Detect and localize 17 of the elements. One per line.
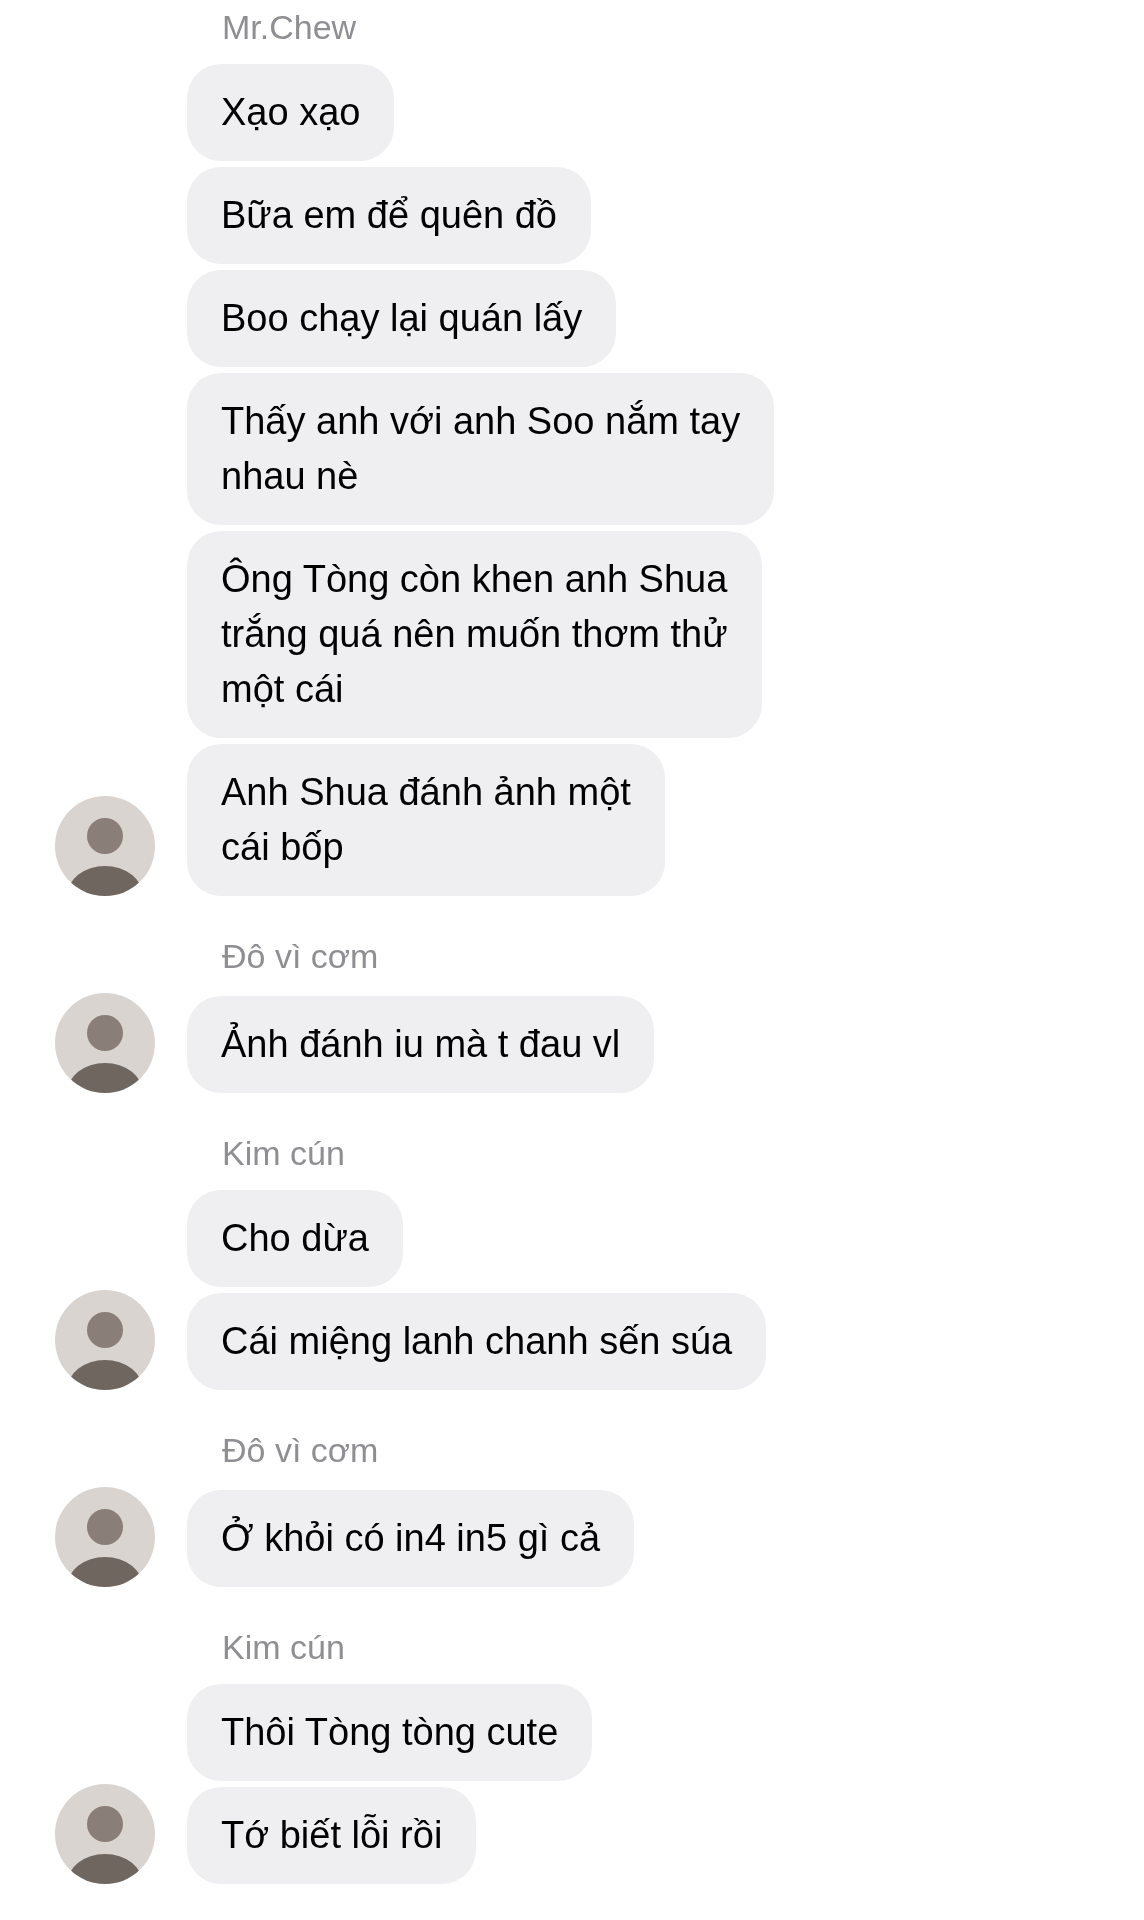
message-bubble: Boo chạy lại quán lấy <box>187 270 617 367</box>
message-bubble: Cho dừa <box>187 1190 403 1287</box>
sender-name: Đô vì cơm <box>221 1430 380 1470</box>
sender-name: Kim cún <box>221 1627 346 1667</box>
sender-name: Mr.Chew <box>221 7 358 47</box>
sender-name: Kim cún <box>221 1133 346 1173</box>
message-bubble: Ông Tòng còn khen anh Shua trắng quá nên muốn thơm thử một cái <box>187 531 762 738</box>
message-bubble: Ảnh đánh iu mà t đau vl <box>187 996 655 1093</box>
message-bubble: Bữa em để quên đồ <box>187 167 591 264</box>
message-bubble: Thấy anh với anh Soo nắm tay nhau nè <box>187 373 775 525</box>
message-bubble: Anh Shua đánh ảnh một cái bốp <box>187 744 665 896</box>
message-bubble: Ở khỏi có in4 in5 gì cả <box>187 1490 635 1587</box>
message-bubble: Tớ biết lỗi rồi <box>187 1787 477 1884</box>
sender-name: Đô vì cơm <box>221 936 380 976</box>
message-bubble: Cái miệng lanh chanh sến súa <box>187 1293 767 1390</box>
message-bubble: Xạo xạo <box>187 64 395 161</box>
message-bubble: Thôi Tòng tòng cute <box>187 1684 593 1781</box>
